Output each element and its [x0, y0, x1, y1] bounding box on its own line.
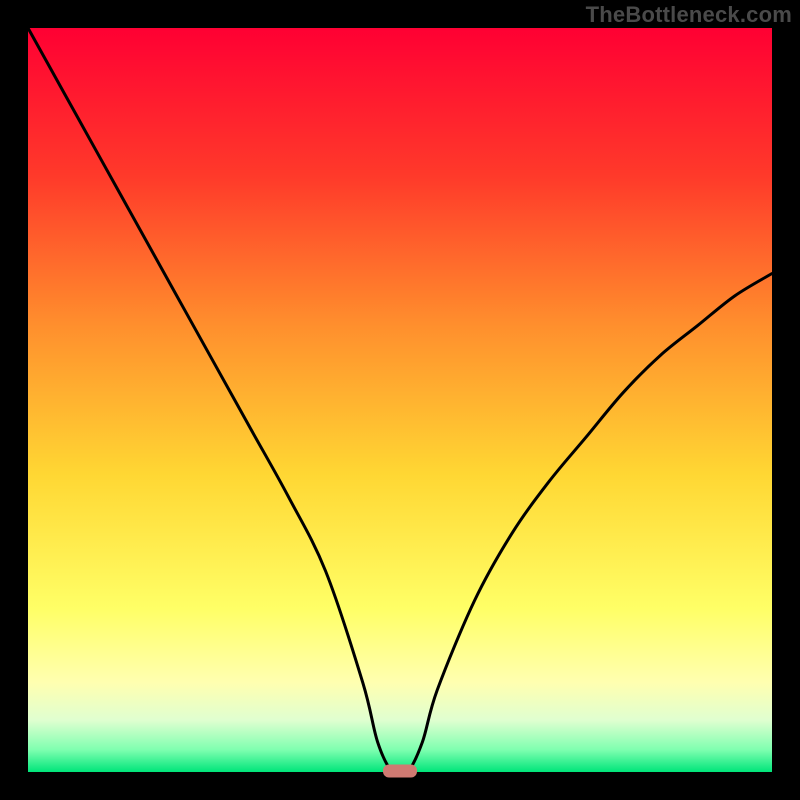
- watermark-text: TheBottleneck.com: [586, 2, 792, 28]
- bottleneck-chart: [0, 0, 800, 800]
- optimal-marker: [383, 765, 417, 778]
- chart-frame: TheBottleneck.com: [0, 0, 800, 800]
- plot-background: [28, 28, 772, 772]
